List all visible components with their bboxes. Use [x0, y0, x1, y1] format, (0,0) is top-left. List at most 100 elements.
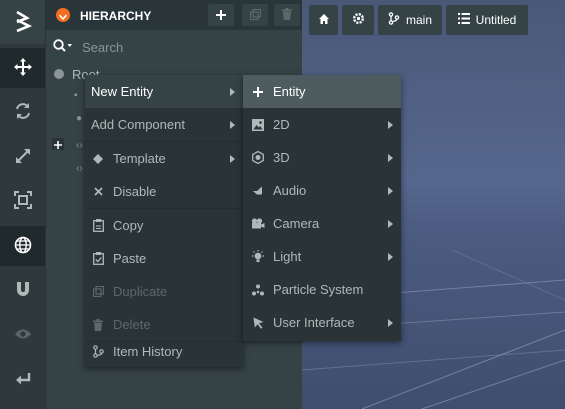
- submenu-item-audio[interactable]: Audio: [243, 174, 401, 207]
- model-icon: ‹›: [76, 163, 83, 174]
- undo-icon: [15, 372, 31, 389]
- hierarchy-search: [46, 34, 302, 58]
- settings-button[interactable]: [342, 5, 374, 35]
- logo-button[interactable]: [0, 0, 45, 44]
- move-tool[interactable]: [0, 48, 45, 88]
- logo-icon: [14, 10, 32, 35]
- menu-item-label: Paste: [113, 251, 147, 266]
- menu-item-new-entity[interactable]: New Entity: [85, 75, 243, 108]
- magnet-icon: [15, 280, 31, 301]
- speaker-icon: [251, 184, 265, 198]
- menu-item-item-history[interactable]: Item History: [85, 335, 243, 367]
- gear-icon: [352, 12, 365, 28]
- scale-icon: [15, 148, 31, 167]
- scale-tool[interactable]: [0, 137, 45, 177]
- particles-icon: [251, 283, 265, 297]
- branch-button[interactable]: main: [378, 5, 442, 35]
- entity-icon: ▪: [74, 90, 78, 101]
- chevron-right-icon: [230, 120, 235, 129]
- submenu-item-label: 3D: [273, 150, 290, 165]
- left-toolbar: [0, 0, 45, 409]
- clipboard-icon: [91, 219, 105, 233]
- new-entity-submenu: Entity 2D 3D Audio Camera Light Particle…: [243, 75, 401, 341]
- list-icon: [457, 13, 470, 27]
- menu-item-duplicate[interactable]: Duplicate: [85, 275, 243, 308]
- eye-icon: [14, 328, 32, 343]
- menu-item-label: Add Component: [91, 117, 185, 132]
- menu-item-label: Template: [113, 151, 166, 166]
- home-icon: [318, 13, 330, 28]
- diamond-icon: [91, 152, 105, 166]
- submenu-item-entity[interactable]: Entity: [243, 75, 401, 108]
- hexagon-icon: [251, 151, 265, 165]
- plus-icon: [216, 8, 226, 23]
- menu-item-label: Duplicate: [113, 284, 168, 299]
- menu-item-label: Disable: [113, 184, 157, 199]
- hierarchy-header: HIERARCHY: [46, 0, 302, 30]
- rotate-icon: [14, 102, 32, 123]
- delete-entity-button[interactable]: [274, 4, 300, 26]
- chevron-right-icon: [230, 154, 235, 163]
- cursor-icon: [251, 316, 265, 330]
- model-icon: ‹›: [76, 140, 83, 151]
- plus-small-icon: [54, 137, 62, 152]
- plus-icon: [251, 85, 265, 99]
- panel-title: HIERARCHY: [80, 9, 152, 23]
- image-icon: [251, 118, 265, 132]
- submenu-item-label: Camera: [273, 216, 320, 231]
- chevron-right-icon: [230, 87, 235, 96]
- rotate-tool[interactable]: [0, 92, 45, 132]
- menu-item-label: New Entity: [91, 84, 154, 99]
- expand-button[interactable]: [52, 138, 64, 150]
- visibility-tool[interactable]: [0, 315, 45, 355]
- submenu-item-label: User Interface: [273, 315, 355, 330]
- submenu-item-camera[interactable]: Camera: [243, 207, 401, 240]
- add-entity-button[interactable]: [208, 4, 234, 26]
- submenu-item-user-interface[interactable]: User Interface: [243, 306, 401, 339]
- search-input[interactable]: [82, 38, 282, 56]
- world-space-tool[interactable]: [0, 226, 45, 266]
- submenu-item-3d[interactable]: 3D: [243, 141, 401, 174]
- menu-item-template[interactable]: Template: [85, 142, 243, 175]
- menu-item-label: Copy: [113, 218, 144, 233]
- submenu-item-particle-system[interactable]: Particle System: [243, 273, 401, 306]
- chevron-right-icon: [388, 120, 393, 129]
- menu-item-disable[interactable]: Disable: [85, 175, 243, 208]
- submenu-item-label: 2D: [273, 117, 290, 132]
- light-icon: ●: [76, 113, 83, 124]
- menu-item-label: Delete: [113, 317, 151, 332]
- submenu-item-label: Light: [273, 249, 302, 264]
- root-dot-icon: [54, 69, 64, 79]
- branch-label: main: [405, 13, 432, 27]
- resize-icon: [13, 190, 32, 212]
- menu-item-add-component[interactable]: Add Component: [85, 108, 243, 141]
- home-button[interactable]: [309, 5, 338, 35]
- camera-icon: [251, 217, 265, 231]
- chevron-right-icon: [388, 318, 393, 327]
- world-icon: [14, 236, 32, 257]
- snap-tool[interactable]: [0, 270, 45, 310]
- scene-button[interactable]: Untitled: [446, 5, 528, 35]
- submenu-item-label: Entity: [273, 84, 306, 99]
- submenu-item-label: Particle System: [273, 282, 364, 297]
- x-icon: [91, 185, 105, 199]
- menu-item-copy[interactable]: Copy: [85, 209, 243, 242]
- menu-item-paste[interactable]: Paste: [85, 242, 243, 275]
- menu-item-label: Item History: [113, 343, 183, 359]
- resize-tool[interactable]: [0, 181, 45, 221]
- undo-tool[interactable]: [0, 360, 45, 400]
- submenu-item-light[interactable]: Light: [243, 240, 401, 273]
- chevron-right-icon: [388, 186, 393, 195]
- clipboard-check-icon: [91, 252, 105, 266]
- chevron-right-icon: [388, 153, 393, 162]
- context-menu: New Entity Add Component Template Disabl…: [85, 75, 243, 367]
- search-icon[interactable]: [53, 39, 73, 56]
- trash-icon: [91, 318, 105, 332]
- scene-label: Untitled: [475, 13, 517, 27]
- duplicate-icon: [249, 8, 261, 23]
- submenu-item-2d[interactable]: 2D: [243, 108, 401, 141]
- submenu-item-label: Audio: [273, 183, 307, 198]
- move-icon: [13, 57, 32, 79]
- collapse-button[interactable]: [56, 8, 70, 22]
- duplicate-entity-button[interactable]: [242, 4, 268, 26]
